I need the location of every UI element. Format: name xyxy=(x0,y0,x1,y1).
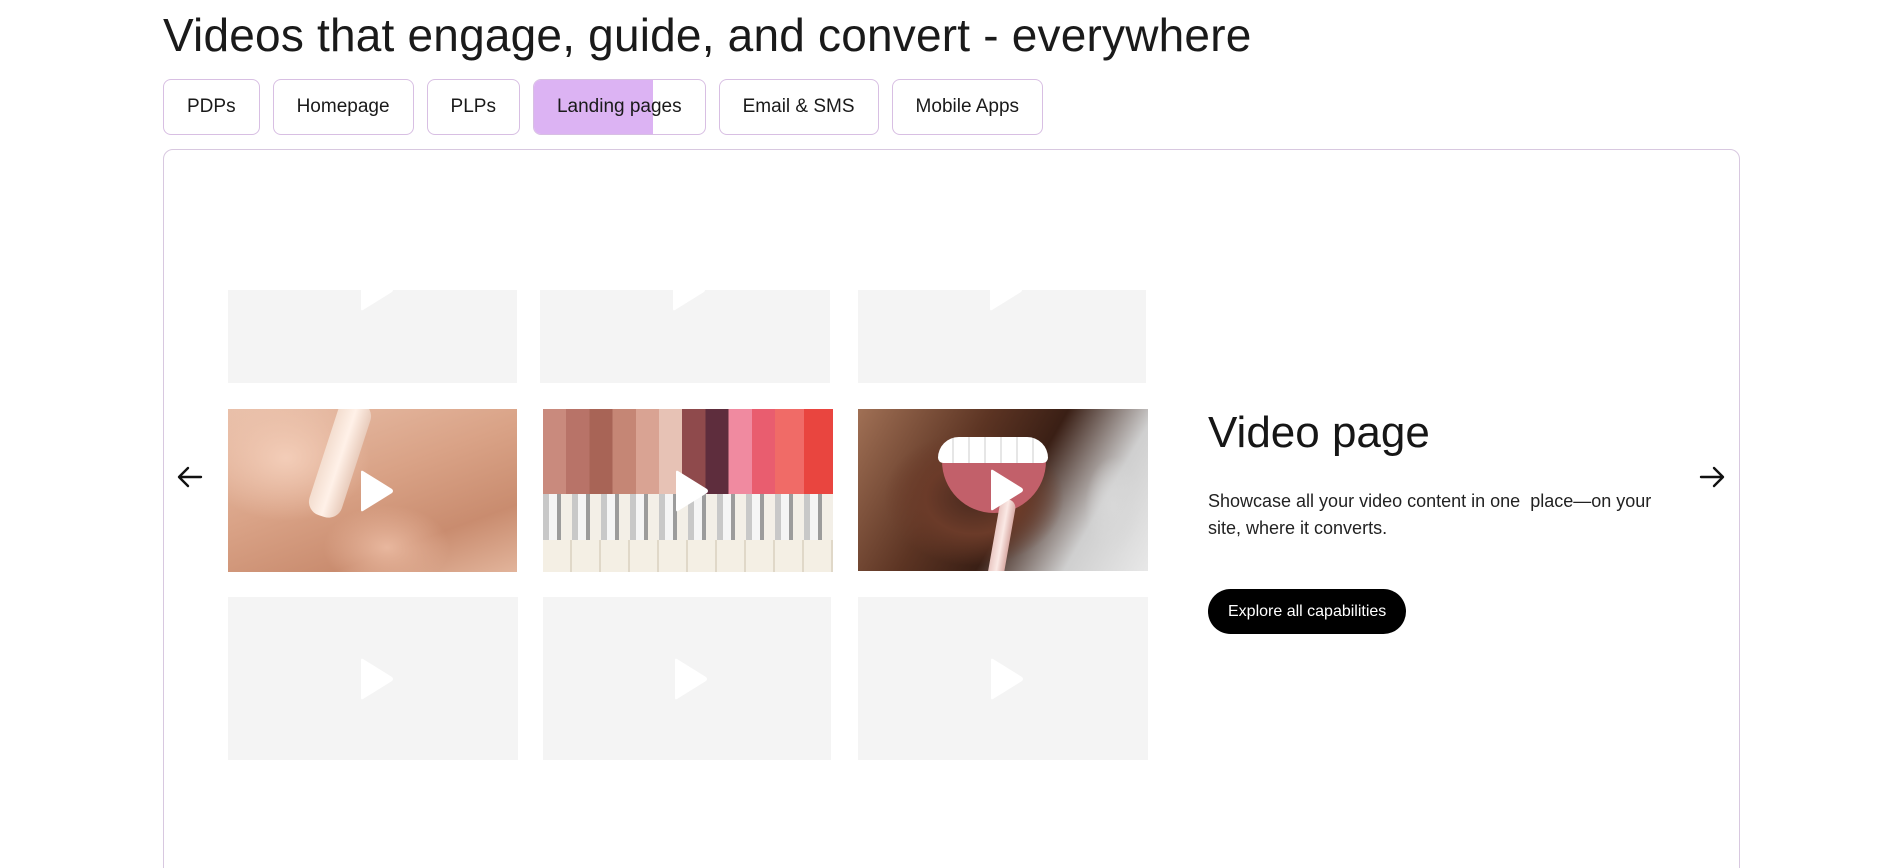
teeth-image xyxy=(938,437,1048,463)
video-tile-placeholder[interactable] xyxy=(540,290,830,383)
arrow-right-icon xyxy=(1699,466,1725,488)
carousel-prev-button[interactable] xyxy=(173,460,207,494)
tab-label: Homepage xyxy=(296,96,390,117)
slide-description: Showcase all your video content in one p… xyxy=(1208,491,1657,538)
page: Videos that engage, guide, and convert -… xyxy=(0,0,1900,868)
tab-homepage[interactable]: Homepage xyxy=(272,79,414,135)
use-case-tabs: PDPs Homepage PLPs Landing pages Email &… xyxy=(163,79,1044,135)
tab-label: Landing pages xyxy=(556,96,682,117)
video-tile-placeholder[interactable] xyxy=(228,597,518,760)
tab-label: Mobile Apps xyxy=(915,96,1020,117)
tab-plps[interactable]: PLPs xyxy=(426,79,520,135)
video-thumbnail-lipsticks[interactable] xyxy=(543,409,833,572)
play-icon xyxy=(360,290,393,311)
play-icon xyxy=(675,658,707,699)
video-tile-placeholder[interactable] xyxy=(858,597,1148,760)
video-thumbnail-foundation[interactable] xyxy=(228,409,517,572)
video-tile-placeholder[interactable] xyxy=(858,290,1146,383)
play-icon xyxy=(990,290,1022,311)
tab-mobile-apps[interactable]: Mobile Apps xyxy=(891,79,1044,135)
play-icon xyxy=(991,469,1023,511)
carousel-next-button[interactable] xyxy=(1695,460,1729,494)
tab-email-sms[interactable]: Email & SMS xyxy=(718,79,879,135)
tab-label: PDPs xyxy=(187,96,236,117)
arrow-left-icon xyxy=(177,466,203,488)
video-thumbnail-lip-gloss[interactable] xyxy=(858,409,1148,571)
cta-label: Explore all capabilities xyxy=(1228,602,1387,620)
play-icon xyxy=(676,470,708,511)
play-icon xyxy=(361,658,393,699)
play-icon xyxy=(991,658,1023,699)
tab-label: Email & SMS xyxy=(742,96,855,117)
slide-title: Video page xyxy=(1208,408,1430,457)
play-icon xyxy=(360,470,393,511)
play-icon xyxy=(673,290,705,311)
tab-landing-pages[interactable]: Landing pages xyxy=(532,79,706,135)
tab-label: PLPs xyxy=(450,96,496,117)
video-tile-placeholder[interactable] xyxy=(228,290,517,383)
video-tile-placeholder[interactable] xyxy=(543,597,831,760)
page-title: Videos that engage, guide, and convert -… xyxy=(163,9,1252,61)
tab-pdps[interactable]: PDPs xyxy=(163,79,260,135)
lipstick-caps-image xyxy=(543,540,833,572)
explore-capabilities-button[interactable]: Explore all capabilities xyxy=(1208,589,1407,634)
